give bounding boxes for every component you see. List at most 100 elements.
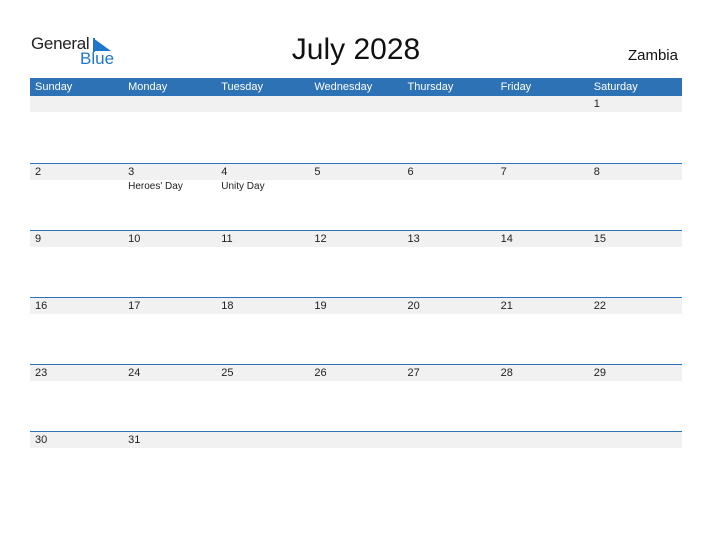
day-cell: 4 Unity Day [216, 164, 309, 193]
day-number: 3 [128, 166, 135, 178]
calendar: Sunday Monday Tuesday Wednesday Thursday Frid… [30, 78, 682, 498]
weekday-friday: Friday [500, 81, 532, 93]
day-number [594, 432, 682, 448]
day-cell: 14 [496, 231, 589, 247]
day-number: 9 [35, 233, 42, 245]
day-cell: 6 [403, 164, 496, 193]
week-cells: 16 17 18 19 20 21 22 [30, 298, 682, 314]
day-number: 30 [35, 434, 48, 446]
week-row: 16 17 18 19 20 21 22 [30, 297, 682, 364]
day-number: 1 [593, 98, 600, 110]
country-label: Zambia [627, 47, 678, 64]
day-cell: 26 [309, 365, 402, 381]
week-cells: 9 10 11 12 13 14 15 [30, 231, 682, 247]
day-cell: 19 [309, 298, 402, 314]
day-cell: 9 [30, 231, 123, 247]
day-number: 6 [407, 166, 414, 178]
day-number: 14 [500, 233, 513, 245]
week-row: 30 31 [30, 431, 682, 498]
day-cell: 28 [496, 365, 589, 381]
day-cell: 22 [589, 298, 682, 314]
day-cell [496, 96, 589, 112]
weekday-header: Sunday Monday Tuesday Wednesday Thursday Frid… [30, 78, 682, 96]
week-cells: 1 [30, 96, 682, 112]
week-row: 9 10 11 12 13 14 15 [30, 230, 682, 297]
day-number [35, 96, 123, 112]
day-number: 26 [314, 367, 327, 379]
day-cell [309, 96, 402, 112]
day-number: 18 [221, 300, 234, 312]
day-cell [309, 432, 402, 448]
calendar-body: 1 2 3 Heroes' Day 4 Unity Day 5 6 7 8 9 10 11 12 13 14 1… [30, 96, 682, 498]
day-number: 17 [128, 300, 141, 312]
day-number: 5 [314, 166, 321, 178]
week-cells: 23 24 25 26 27 28 29 [30, 365, 682, 381]
day-cell [589, 432, 682, 448]
page-title: July 2028 [291, 33, 421, 66]
day-number: 23 [35, 367, 48, 379]
day-cell: 29 [589, 365, 682, 381]
day-number: 28 [500, 367, 513, 379]
day-number [221, 432, 309, 448]
day-number: 12 [314, 233, 327, 245]
day-cell [30, 96, 123, 112]
day-cell: 10 [123, 231, 216, 247]
day-cell: 11 [216, 231, 309, 247]
week-row: 2 3 Heroes' Day 4 Unity Day 5 6 7 8 [30, 163, 682, 230]
day-cell [216, 432, 309, 448]
day-number: 27 [407, 367, 420, 379]
day-cell [123, 96, 216, 112]
day-cell: 24 [123, 365, 216, 381]
day-number [501, 432, 589, 448]
day-cell: 21 [496, 298, 589, 314]
day-number: 31 [128, 434, 141, 446]
day-cell: 8 [589, 164, 682, 193]
day-cell: 13 [403, 231, 496, 247]
weekday-sunday: Sunday [35, 81, 73, 93]
day-cell: 15 [589, 231, 682, 247]
day-cell: 7 [496, 164, 589, 193]
day-cell: 3 Heroes' Day [123, 164, 216, 193]
day-number: 19 [314, 300, 327, 312]
week-cells: 30 31 [30, 432, 682, 448]
day-cell: 17 [123, 298, 216, 314]
week-row: 1 [30, 96, 682, 163]
day-number: 7 [500, 166, 507, 178]
weekday-saturday: Saturday [593, 81, 638, 93]
day-cell: 23 [30, 365, 123, 381]
day-cell: 12 [309, 231, 402, 247]
day-cell: 20 [403, 298, 496, 314]
day-number: 20 [407, 300, 420, 312]
day-number: 15 [593, 233, 606, 245]
day-number: 16 [35, 300, 48, 312]
week-cells: 2 3 Heroes' Day 4 Unity Day 5 6 7 8 [30, 164, 682, 193]
day-number: 11 [221, 233, 233, 245]
day-cell: 30 [30, 432, 123, 448]
day-cell [403, 96, 496, 112]
day-cell: 5 [309, 164, 402, 193]
day-cell: 16 [30, 298, 123, 314]
weekday-monday: Monday [128, 81, 168, 93]
day-number: 22 [593, 300, 606, 312]
day-cell: 27 [403, 365, 496, 381]
day-number: 8 [593, 166, 600, 178]
day-number: 10 [128, 233, 141, 245]
day-cell [216, 96, 309, 112]
day-number [501, 96, 589, 112]
weekday-wednesday: Wednesday [314, 81, 373, 93]
day-cell: 18 [216, 298, 309, 314]
day-number: 4 [221, 166, 228, 178]
holiday-label: Unity Day [221, 181, 265, 192]
day-number: 2 [35, 166, 42, 178]
day-number [314, 96, 402, 112]
day-cell: 31 [123, 432, 216, 448]
day-number: 29 [593, 367, 606, 379]
day-number [408, 96, 496, 112]
day-number [314, 432, 402, 448]
day-cell [403, 432, 496, 448]
day-cell: 2 [30, 164, 123, 193]
day-number: 24 [128, 367, 141, 379]
day-cell: 1 [589, 96, 682, 112]
day-cell: 25 [216, 365, 309, 381]
day-number: 21 [500, 300, 513, 312]
